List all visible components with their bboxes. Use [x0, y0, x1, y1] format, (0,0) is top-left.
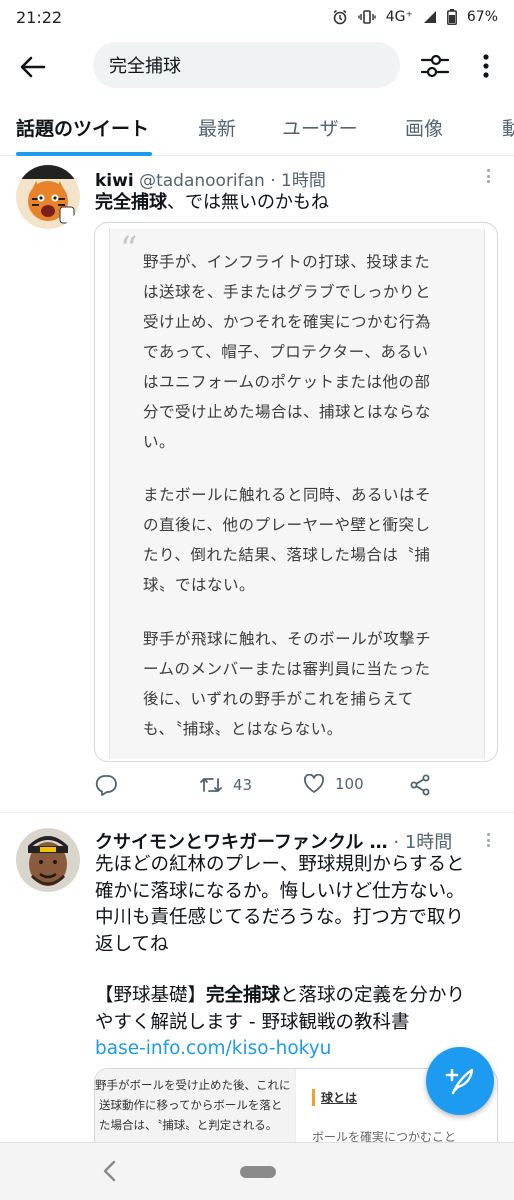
quote-line: も、〝捕球〟とはならない。 — [143, 720, 343, 738]
tweet-text: 完全捕球、では無いのかもね — [95, 190, 500, 215]
tweet-line: 先ほどの紅林のプレー、野球規則からすると — [95, 854, 465, 875]
article-bold: 完全捕球 — [206, 985, 281, 1006]
search-header: 完全捕球 — [0, 36, 514, 96]
retweet-count: 43 — [233, 776, 253, 794]
status-bar: 21:22 4G⁺ 67% — [0, 0, 514, 34]
share-button[interactable] — [409, 774, 431, 796]
compose-icon — [445, 1068, 474, 1095]
search-query: 完全捕球 — [109, 56, 181, 77]
chevron-left-icon — [103, 1160, 116, 1182]
share-icon — [410, 774, 430, 796]
quote-line: 球〟ではない。 — [143, 576, 256, 594]
quote-line: い。 — [143, 433, 176, 451]
reply-button[interactable] — [95, 774, 117, 796]
like-count: 100 — [335, 775, 364, 793]
tweet-line: 中川も責任感じてるだろうな。打つ方で取り — [95, 907, 464, 928]
tab-photos[interactable]: 画像 — [405, 114, 443, 141]
quote-line: 分で受け止めた場合は、捕球とはならな — [143, 403, 432, 421]
battery-level: 67% — [466, 9, 498, 25]
quote-line: 野手が飛球に触れ、そのボールが攻撃チ — [143, 630, 432, 648]
preview-line: た場合は、〝捕球〟と判定される。 — [99, 1118, 278, 1132]
like-button[interactable]: 100 — [303, 774, 364, 794]
tweet-header: クサイモンとワキガーファンクル … · 1時間 — [95, 828, 452, 854]
status-time: 21:22 — [16, 7, 63, 27]
preview-line: 野手がボールを受け止めた後、これに — [95, 1078, 291, 1092]
quote-paragraph: またボールに触れると同時、あるいはそ の直後に、他のプレーヤーや壁と衝突し たり… — [143, 480, 449, 600]
back-arrow-icon — [20, 56, 46, 78]
tab-videos[interactable]: 動 — [502, 114, 514, 141]
article-prefix: 【野球基礎】 — [95, 985, 207, 1006]
article-line: やすく解説します - 野球観戦の教科書 — [95, 1011, 410, 1033]
tweet-text-bold: 完全捕球 — [95, 192, 167, 213]
display-name[interactable]: クサイモンとワキガーファンクル … — [95, 832, 388, 853]
vibrate-icon — [358, 10, 376, 24]
user-handle: @tadanoorifan — [139, 171, 265, 191]
quote-mark-icon: “ — [120, 229, 138, 269]
quote-line: であって、帽子、プロテクター、あるい — [143, 343, 429, 361]
tweet-time: · 1時間 — [270, 171, 326, 191]
article-text: 【野球基礎】完全捕球と落球の定義を分かり やすく解説します - 野球観戦の教科書… — [95, 983, 500, 1063]
battery-icon — [446, 9, 457, 25]
system-navigation-bar — [0, 1142, 514, 1200]
system-home-pill[interactable] — [240, 1166, 276, 1178]
quote-box: “ 野手が、インフライトの打球、投球また は送球を、手またはグラブでしっかりと … — [109, 229, 485, 759]
preview-image: 野手がボールを受け止めた後、これに 送球動作に移ってからボールを落と た場合は、… — [95, 1069, 295, 1147]
active-tab-indicator — [16, 152, 152, 156]
tweet-menu-button[interactable] — [482, 166, 494, 186]
quote-line: 野手が、インフライトの打球、投球また — [143, 253, 431, 271]
filter-icon — [420, 54, 450, 78]
preview-line: 送球動作に移ってからボールを落と — [99, 1098, 283, 1112]
search-input[interactable]: 完全捕球 — [93, 42, 400, 88]
quote-image[interactable]: “ 野手が、インフライトの打球、投球また は送球を、手またはグラブでしっかりと … — [94, 222, 498, 762]
tweet-line: 返してね — [95, 933, 169, 955]
tweet-text-rest: 、では無いのかもね — [167, 192, 329, 213]
more-options-button[interactable] — [474, 49, 498, 83]
tab-people[interactable]: ユーザー — [282, 114, 358, 141]
quote-line: の直後に、他のプレーヤーや壁と衝突し — [143, 516, 431, 534]
tweet-menu-button[interactable] — [482, 830, 494, 850]
more-vertical-icon — [483, 54, 489, 78]
retweet-button[interactable]: 43 — [199, 774, 252, 796]
reply-icon — [95, 775, 117, 796]
article-rest: と落球の定義を分かり — [280, 985, 466, 1006]
quote-paragraph: 野手が、インフライトの打球、投球また は送球を、手またはグラブでしっかりと 受け… — [143, 247, 449, 457]
search-tabs: 話題のツイート 最新 ユーザー 画像 動 — [0, 100, 514, 156]
quote-line: またボールに触れると同時、あるいはそ — [143, 486, 432, 504]
quote-line: 受け止め、かつそれを確実につかむ行為 — [143, 313, 432, 331]
article-line: 【野球基礎】完全捕球と落球の定義を分かり — [95, 983, 500, 1010]
tweet-divider — [0, 812, 514, 813]
alarm-icon — [332, 9, 348, 25]
status-icons: 4G⁺ 67% — [332, 9, 498, 25]
tweet-header: kiwi @tadanoorifan · 1時間 — [95, 166, 326, 191]
avatar[interactable] — [16, 165, 80, 229]
filter-button[interactable] — [418, 49, 452, 83]
system-back-button[interactable] — [100, 1159, 120, 1183]
quote-line: は送球を、手またはグラブでしっかりと — [143, 283, 432, 301]
display-name[interactable]: kiwi — [95, 171, 134, 191]
quote-line: はユニフォームのポケットまたは他の部 — [143, 373, 431, 391]
tweet-text: 先ほどの紅林のプレー、野球規則からすると 確かに落球になるか。悔しいけど仕方ない… — [95, 852, 500, 958]
like-icon — [303, 774, 325, 793]
avatar[interactable] — [16, 828, 80, 892]
tweet-line: 確かに落球になるか。悔しいけど仕方ない。 — [95, 880, 465, 902]
quote-line: たり、倒れた結果、落球した場合は〝捕 — [143, 546, 431, 564]
quote-line: 後に、いずれの野手がこれを捕らえて — [143, 690, 414, 708]
retweet-icon — [200, 778, 222, 792]
signal-icon — [423, 10, 437, 24]
quote-line: ームのメンバーまたは審判員に当たった — [143, 660, 431, 678]
tab-top[interactable]: 話題のツイート — [16, 114, 149, 141]
quote-paragraph: 野手が飛球に触れ、そのボールが攻撃チ ームのメンバーまたは審判員に当たった 後に… — [143, 624, 449, 744]
tweet-time: · 1時間 — [393, 832, 453, 853]
back-button[interactable] — [18, 52, 48, 82]
tweet-actions: 43 100 — [95, 774, 495, 804]
tab-latest[interactable]: 最新 — [198, 114, 236, 141]
network-type: 4G⁺ — [385, 9, 413, 25]
compose-tweet-button[interactable] — [426, 1047, 494, 1115]
